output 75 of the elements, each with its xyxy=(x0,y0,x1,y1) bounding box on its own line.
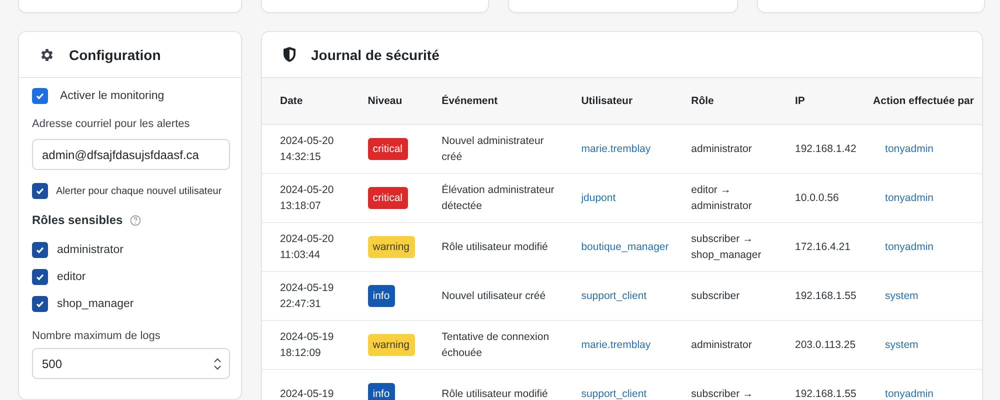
user-link[interactable]: tonyadmin xyxy=(885,240,934,253)
table-cell: 172.16.4.21 xyxy=(787,222,866,272)
table-cell-text: Rôle utilisateur modifié xyxy=(442,240,548,255)
user-link[interactable]: boutique_manager xyxy=(581,240,669,253)
column-header: Niveau xyxy=(360,78,434,124)
checkmark-icon xyxy=(35,272,45,282)
table-cell-text: administrator xyxy=(691,142,752,157)
checkmark-icon xyxy=(35,299,45,309)
table-cell: 192.168.1.55 xyxy=(787,272,866,320)
column-header: IP xyxy=(787,78,866,124)
table-cell: 203.0.113.25 xyxy=(787,320,866,370)
checkbox-label: administrator xyxy=(57,244,124,256)
user-link[interactable]: tonyadmin xyxy=(885,388,934,400)
email-input-field[interactable]: admin@dfsajfdasujsfdaasf.ca xyxy=(32,139,230,170)
stepper-icon[interactable] xyxy=(213,357,222,371)
table-cell-text: Nouvel administrateur créé xyxy=(442,134,545,165)
help-icon[interactable] xyxy=(130,214,141,226)
table-cell-text: subscriber xyxy=(691,288,740,304)
checkbox-label: editor xyxy=(57,271,86,283)
level-badge: info xyxy=(368,382,395,400)
level-badge: warning xyxy=(368,236,415,258)
user-link[interactable]: support_client xyxy=(581,290,647,302)
user-link[interactable]: marie.tremblay xyxy=(581,142,651,155)
card-title: Journal de sécurité xyxy=(311,46,440,62)
level-badge: info xyxy=(368,284,395,308)
column-header: Événement xyxy=(434,78,574,124)
user-link[interactable]: tonyadmin xyxy=(885,142,934,155)
checkbox-label: shop_manager xyxy=(57,298,134,310)
table-cell-text: Rôle utilisateur modifié xyxy=(442,386,548,400)
table-cell: 2024-05-19 22:47:31 xyxy=(262,272,360,320)
level-badge: critical xyxy=(368,138,408,160)
checkbox[interactable] xyxy=(32,183,48,199)
user-link[interactable]: tonyadmin xyxy=(885,192,934,204)
column-header: Action effectuée par xyxy=(865,78,982,124)
table-cell: 192.168.1.55 xyxy=(787,370,866,400)
card-title: Configuration xyxy=(69,46,161,62)
table-cell-text: Nouvel utilisateur créé xyxy=(442,288,546,304)
checkmark-icon xyxy=(35,186,45,196)
table-cell-text: Élévation administrateur détectée xyxy=(442,182,556,214)
user-link[interactable]: system xyxy=(885,290,918,302)
table-cell-text: subscriber → shop_manager xyxy=(691,232,762,263)
table-cell: 2024-05-20 14:32:15 xyxy=(262,124,360,174)
shield-icon xyxy=(282,46,297,63)
table-cell-text: administrator xyxy=(691,338,752,353)
level-badge: warning xyxy=(368,334,415,356)
table-cell: 2024-05-19 xyxy=(262,370,360,400)
user-link[interactable]: system xyxy=(885,338,918,351)
user-link[interactable]: marie.tremblay xyxy=(581,338,651,351)
settings-icon xyxy=(39,46,55,62)
table-cell-text: Tentative de connexion échouée xyxy=(442,330,550,361)
user-link[interactable]: support_client xyxy=(581,388,647,400)
table-cell-text: subscriber → xyxy=(691,386,753,400)
table-cell: 2024-05-20 13:18:07 xyxy=(262,174,360,222)
table-cell: 192.168.1.42 xyxy=(787,124,866,174)
column-header: Date xyxy=(262,78,360,124)
table-cell: 10.0.0.56 xyxy=(787,174,866,222)
checkmark-icon xyxy=(35,91,45,101)
table-cell-text: editor → administrator xyxy=(691,182,753,214)
field-label: Nombre maximum de logs xyxy=(32,330,162,342)
column-header: Rôle xyxy=(683,78,787,124)
user-link[interactable]: jdupont xyxy=(581,192,616,204)
checkmark-icon xyxy=(35,245,45,255)
column-header: Utilisateur xyxy=(573,78,684,124)
checkbox[interactable] xyxy=(32,88,48,104)
checkbox-label: Activer le monitoring xyxy=(60,90,164,102)
number-input-field[interactable]: 500 xyxy=(32,348,230,379)
checkbox-label: Alerter pour chaque nouvel utilisateur xyxy=(56,186,222,196)
level-badge: critical xyxy=(368,186,408,210)
checkbox[interactable] xyxy=(32,296,48,312)
field-label: Adresse courriel pour les alertes xyxy=(32,118,191,130)
section-title: Rôles sensibles xyxy=(32,213,123,227)
table-cell: 2024-05-20 11:03:44 xyxy=(262,222,360,272)
table-cell: 2024-05-19 18:12:09 xyxy=(262,320,360,370)
checkbox[interactable] xyxy=(32,242,48,258)
checkbox[interactable] xyxy=(32,269,48,285)
